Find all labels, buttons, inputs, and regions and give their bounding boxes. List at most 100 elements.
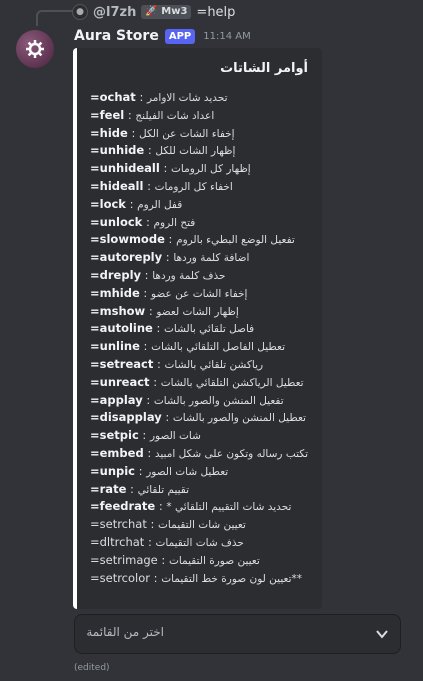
command-item: =hideall : اخفاء كل الرومات [90, 178, 315, 196]
command-item: =setrchat : تعيين شات التقيمات [90, 516, 315, 534]
command-list: =ochat : تحديد شات الاوامر =feel : اعداد … [90, 89, 315, 587]
command-description: اعداد شات الفيلنج [135, 109, 215, 122]
command-separator: : [139, 339, 152, 354]
command-item: =unlock : فتح الروم [90, 214, 315, 232]
chevron-down-icon [376, 630, 388, 639]
command-separator: : [142, 392, 154, 407]
edited-marker: (edited) [74, 663, 110, 673]
command-separator: : [155, 499, 167, 514]
command-separator: : [125, 196, 138, 211]
gear-icon [26, 40, 44, 58]
command-separator: : [138, 428, 150, 443]
command-key: =unpic [90, 463, 136, 478]
command-item: =setreact : رياكشن تلقائي بالشات [90, 356, 315, 374]
command-separator: : [145, 303, 157, 318]
command-item: =feedrate : * تحديد شات التقييم التلقائي [90, 498, 315, 516]
reply-avatar[interactable]: ● [72, 4, 88, 20]
command-description: تقييم تلقائي [137, 483, 190, 496]
command-key: =mhide [90, 285, 140, 300]
command-key: =hideall [90, 178, 144, 193]
command-description: تعيين شات التقيمات [158, 519, 246, 532]
command-item: =lock : قفل الروم [90, 196, 315, 214]
command-item: =feel : اعداد شات الفيلنج [90, 107, 315, 125]
command-description: إظهار الشات لعضو [156, 305, 239, 318]
select-menu[interactable]: اختر من القائمة [74, 614, 401, 654]
command-description: حذف شات التقيمات [155, 536, 244, 549]
reply-reference[interactable]: ● @l7zh 🚀 Mw3 =help [72, 3, 235, 21]
command-separator: : [126, 481, 138, 496]
command-description: تعطيل الفاصل التلقائي بالشات [151, 341, 286, 354]
command-separator: : [143, 445, 155, 460]
command-item: =applay : تفعيل المنشن والصور بالشات [90, 392, 315, 410]
command-description: تعيين لون صورة خط التقيمات** [161, 572, 302, 585]
command-description: حذف كلمة وردها [152, 269, 226, 282]
author-name[interactable]: Aura Store [74, 28, 159, 44]
command-key: =setrimage [90, 552, 158, 567]
command-separator: : [162, 250, 174, 265]
command-description: تكتب رساله وتكون على شكل امبيد [154, 447, 309, 460]
command-key: =dltrchat [90, 534, 145, 549]
command-key: =autoline [90, 321, 153, 336]
command-item: =setpic : شات الصور [90, 427, 315, 445]
command-key: =unlock [90, 214, 143, 229]
command-description: تعطيل المنشن والصور بالشات [172, 412, 306, 425]
command-key: =autoreply [90, 250, 163, 265]
command-separator: : [135, 90, 147, 104]
command-item: =unline : تعطيل الفاصل التلقائي بالشات [90, 338, 315, 356]
command-separator: : [127, 125, 139, 140]
command-separator: : [135, 463, 147, 478]
command-item: =rate : تقييم تلقائي [90, 481, 315, 499]
command-separator: : [153, 356, 165, 371]
reply-connector [36, 10, 72, 26]
command-key: =unhide [90, 143, 145, 158]
command-description: تفعيل المنشن والصور بالشات [153, 394, 284, 407]
command-separator: : [142, 214, 154, 229]
command-separator: : [124, 107, 136, 122]
command-separator: : [150, 570, 162, 585]
command-item: =autoreply : اضافة كلمة وردها [90, 249, 315, 267]
bot-avatar[interactable] [16, 30, 54, 68]
reply-user-badge: 🚀 Mw3 [141, 5, 192, 19]
select-placeholder: اختر من القائمة [86, 625, 164, 639]
command-description: فتح الروم [153, 216, 196, 229]
command-separator: : [149, 374, 161, 389]
command-key: =disapplay [90, 410, 162, 425]
command-key: =setrchat [90, 517, 147, 532]
command-item: =unpic : تعطيل شات الصور [90, 463, 315, 481]
reply-content[interactable]: =help [196, 5, 235, 20]
command-description: رياكشن تلقائي بالشات [164, 358, 264, 371]
command-item: =disapplay : تعطيل المنشن والصور بالشات [90, 409, 315, 427]
command-key: =feedrate [90, 499, 156, 514]
command-item: =setrcolor : تعيين لون صورة خط التقيمات*… [90, 570, 315, 588]
command-key: =embed [90, 445, 144, 460]
command-description: اضافة كلمة وردها [173, 252, 250, 265]
command-separator: : [143, 178, 155, 193]
command-item: =setrimage : تعيين صورة التقيمات [90, 552, 315, 570]
message-header: Aura Store APP 11:14 AM [74, 26, 251, 46]
command-description: إظهار كل الرومات [171, 163, 251, 176]
command-key: =setpic [90, 428, 139, 443]
command-description: تعيين صورة التقيمات [168, 554, 260, 567]
command-item: =mhide : إخفاء الشات عن عضو [90, 285, 315, 303]
command-separator: : [157, 552, 169, 567]
command-key: =unreact [90, 374, 150, 389]
command-item: =ochat : تحديد شات الاوامر [90, 89, 315, 107]
command-item: =mshow : إظهار الشات لعضو [90, 303, 315, 321]
command-description: فاصل تلقائي بالشات [164, 323, 255, 336]
command-key: =setrcolor [90, 570, 151, 585]
reply-username[interactable]: @l7zh [93, 5, 136, 20]
command-item: =dltrchat : حذف شات التقيمات [90, 534, 315, 552]
command-separator: : [152, 321, 165, 336]
command-item: =unreact : تعطيل الرياكشن التلقائي بالشا… [90, 374, 315, 392]
command-key: =setreact [90, 356, 154, 371]
command-key: =feel [90, 107, 125, 122]
timestamp[interactable]: 11:14 AM [203, 31, 250, 42]
command-item: =dreply : حذف كلمة وردها [90, 267, 315, 285]
command-item: =unhideall : إظهار كل الرومات [90, 160, 315, 178]
command-separator: : [144, 143, 156, 158]
command-key: =ochat [90, 90, 136, 104]
command-separator: : [161, 410, 173, 425]
command-key: =unline [90, 339, 140, 354]
command-description: تحديد شات الاوامر [147, 92, 228, 104]
command-description: اخفاء كل الرومات [154, 180, 233, 193]
